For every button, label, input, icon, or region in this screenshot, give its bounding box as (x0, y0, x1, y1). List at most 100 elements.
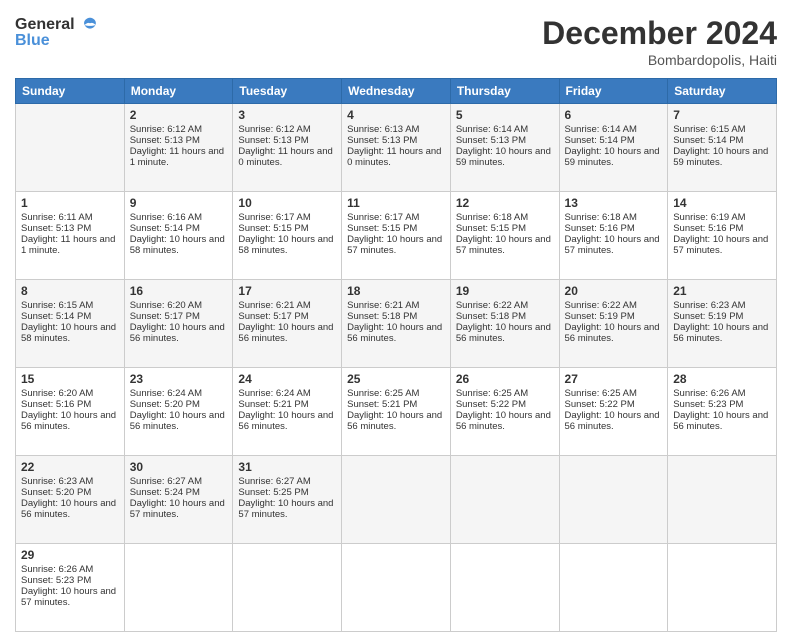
month-title: December 2024 (542, 15, 777, 52)
daylight-text: Daylight: 10 hours and 56 minutes. (673, 410, 768, 432)
daylight-text: Daylight: 10 hours and 57 minutes. (21, 586, 116, 608)
sunrise-text: Sunrise: 6:24 AM (130, 388, 202, 399)
day-number: 11 (347, 196, 445, 210)
day-number: 19 (456, 284, 554, 298)
sunset-text: Sunset: 5:21 PM (347, 399, 417, 410)
table-cell: 15Sunrise: 6:20 AMSunset: 5:16 PMDayligh… (16, 368, 125, 456)
day-number: 3 (238, 108, 336, 122)
table-cell: 31Sunrise: 6:27 AMSunset: 5:25 PMDayligh… (233, 456, 342, 544)
daylight-text: Daylight: 10 hours and 56 minutes. (238, 410, 333, 432)
day-number: 5 (456, 108, 554, 122)
sunset-text: Sunset: 5:15 PM (238, 223, 308, 234)
table-cell: 20 Sunrise: 6:22 AMSunset: 5:19 PMDayligh… (559, 280, 668, 368)
table-cell: 26Sunrise: 6:25 AMSunset: 5:22 PMDayligh… (450, 368, 559, 456)
sunset-text: Sunset: 5:14 PM (565, 135, 635, 146)
logo-blue-text: Blue (15, 32, 99, 50)
sunrise-text: Sunrise: 6:22 AM (456, 300, 528, 311)
daylight-text: Daylight: 10 hours and 56 minutes. (565, 322, 660, 344)
day-number: 17 (238, 284, 336, 298)
daylight-text: Daylight: 10 hours and 56 minutes. (21, 410, 116, 432)
location: Bombardopolis, Haiti (542, 52, 777, 68)
day-number: 14 (673, 196, 771, 210)
daylight-text: Daylight: 10 hours and 57 minutes. (130, 498, 225, 520)
day-number: 29 (21, 548, 119, 562)
sunset-text: Sunset: 5:25 PM (238, 487, 308, 498)
col-friday: Friday (559, 79, 668, 104)
daylight-text: Daylight: 10 hours and 58 minutes. (238, 234, 333, 256)
sunset-text: Sunset: 5:13 PM (130, 135, 200, 146)
sunset-text: Sunset: 5:14 PM (21, 311, 91, 322)
sunrise-text: Sunrise: 6:11 AM (21, 212, 93, 223)
sunrise-text: Sunrise: 6:25 AM (565, 388, 637, 399)
sunrise-text: Sunrise: 6:20 AM (21, 388, 93, 399)
daylight-text: Daylight: 10 hours and 56 minutes. (130, 410, 225, 432)
sunset-text: Sunset: 5:17 PM (130, 311, 200, 322)
day-number: 20 (565, 284, 663, 298)
table-cell: 30Sunrise: 6:27 AMSunset: 5:24 PMDayligh… (124, 456, 233, 544)
sunrise-text: Sunrise: 6:23 AM (21, 476, 93, 487)
table-cell: 16Sunrise: 6:20 AMSunset: 5:17 PMDayligh… (124, 280, 233, 368)
sunrise-text: Sunrise: 6:20 AM (130, 300, 202, 311)
sunrise-text: Sunrise: 6:27 AM (130, 476, 202, 487)
daylight-text: Daylight: 10 hours and 59 minutes. (456, 146, 551, 168)
sunrise-text: Sunrise: 6:26 AM (673, 388, 745, 399)
table-cell: 17Sunrise: 6:21 AMSunset: 5:17 PMDayligh… (233, 280, 342, 368)
daylight-text: Daylight: 10 hours and 56 minutes. (456, 410, 551, 432)
day-number: 23 (130, 372, 228, 386)
sunset-text: Sunset: 5:15 PM (456, 223, 526, 234)
sunrise-text: Sunrise: 6:24 AM (238, 388, 310, 399)
sunrise-text: Sunrise: 6:21 AM (238, 300, 310, 311)
daylight-text: Daylight: 10 hours and 56 minutes. (456, 322, 551, 344)
table-cell: 13Sunrise: 6:18 AMSunset: 5:16 PMDayligh… (559, 192, 668, 280)
logo-bird-icon (81, 16, 99, 34)
sunrise-text: Sunrise: 6:23 AM (673, 300, 745, 311)
table-cell (450, 544, 559, 632)
day-number: 8 (21, 284, 119, 298)
daylight-text: Daylight: 10 hours and 56 minutes. (238, 322, 333, 344)
day-number: 12 (456, 196, 554, 210)
table-cell: 1Sunrise: 6:11 AMSunset: 5:13 PMDaylight… (16, 192, 125, 280)
sunset-text: Sunset: 5:16 PM (21, 399, 91, 410)
sunrise-text: Sunrise: 6:12 AM (238, 124, 310, 135)
table-cell: 9Sunrise: 6:16 AMSunset: 5:14 PMDaylight… (124, 192, 233, 280)
daylight-text: Daylight: 10 hours and 59 minutes. (565, 146, 660, 168)
table-cell (124, 544, 233, 632)
table-cell (233, 544, 342, 632)
daylight-text: Daylight: 10 hours and 57 minutes. (456, 234, 551, 256)
sunset-text: Sunset: 5:13 PM (238, 135, 308, 146)
table-cell (668, 544, 777, 632)
calendar-row: 22 Sunrise: 6:23 AMSunset: 5:20 PM Dayligh… (16, 456, 777, 544)
calendar-table: Sunday Monday Tuesday Wednesday Thursday… (15, 78, 777, 632)
day-number: 6 (565, 108, 663, 122)
day-number: 25 (347, 372, 445, 386)
sunrise-text: Sunrise: 6:14 AM (565, 124, 637, 135)
sunset-text: Sunset: 5:22 PM (456, 399, 526, 410)
table-cell (342, 456, 451, 544)
table-cell: 11Sunrise: 6:17 AMSunset: 5:15 PMDayligh… (342, 192, 451, 280)
day-number: 22 (21, 460, 119, 474)
calendar-row: 29Sunrise: 6:26 AMSunset: 5:23 PMDayligh… (16, 544, 777, 632)
day-number: 7 (673, 108, 771, 122)
sunset-text: Sunset: 5:20 PM (21, 487, 91, 498)
sunset-text: Sunset: 5:13 PM (21, 223, 91, 234)
daylight-text: Daylight: 10 hours and 58 minutes. (130, 234, 225, 256)
day-number: 4 (347, 108, 445, 122)
daylight-text: Daylight: 10 hours and 56 minutes. (673, 322, 768, 344)
sunset-text: Sunset: 5:19 PM (565, 311, 635, 322)
sunset-text: Sunset: 5:22 PM (565, 399, 635, 410)
col-monday: Monday (124, 79, 233, 104)
sunrise-text: Sunrise: 6:22 AM (565, 300, 637, 311)
header: General Blue December 2024 Bombardopolis… (15, 15, 777, 68)
logo-content: General Blue (15, 15, 99, 50)
calendar-row: 2Sunrise: 6:12 AMSunset: 5:13 PMDaylight… (16, 104, 777, 192)
table-cell: 12Sunrise: 6:18 AMSunset: 5:15 PMDayligh… (450, 192, 559, 280)
day-number: 21 (673, 284, 771, 298)
calendar-row: 8Sunrise: 6:15 AMSunset: 5:14 PMDaylight… (16, 280, 777, 368)
sunset-text: Sunset: 5:15 PM (347, 223, 417, 234)
table-cell: 25Sunrise: 6:25 AMSunset: 5:21 PMDayligh… (342, 368, 451, 456)
table-cell (342, 544, 451, 632)
daylight-text: Daylight: 10 hours and 57 minutes. (347, 234, 442, 256)
day-number: 16 (130, 284, 228, 298)
table-cell: 23Sunrise: 6:24 AMSunset: 5:20 PMDayligh… (124, 368, 233, 456)
sunrise-text: Sunrise: 6:18 AM (565, 212, 637, 223)
